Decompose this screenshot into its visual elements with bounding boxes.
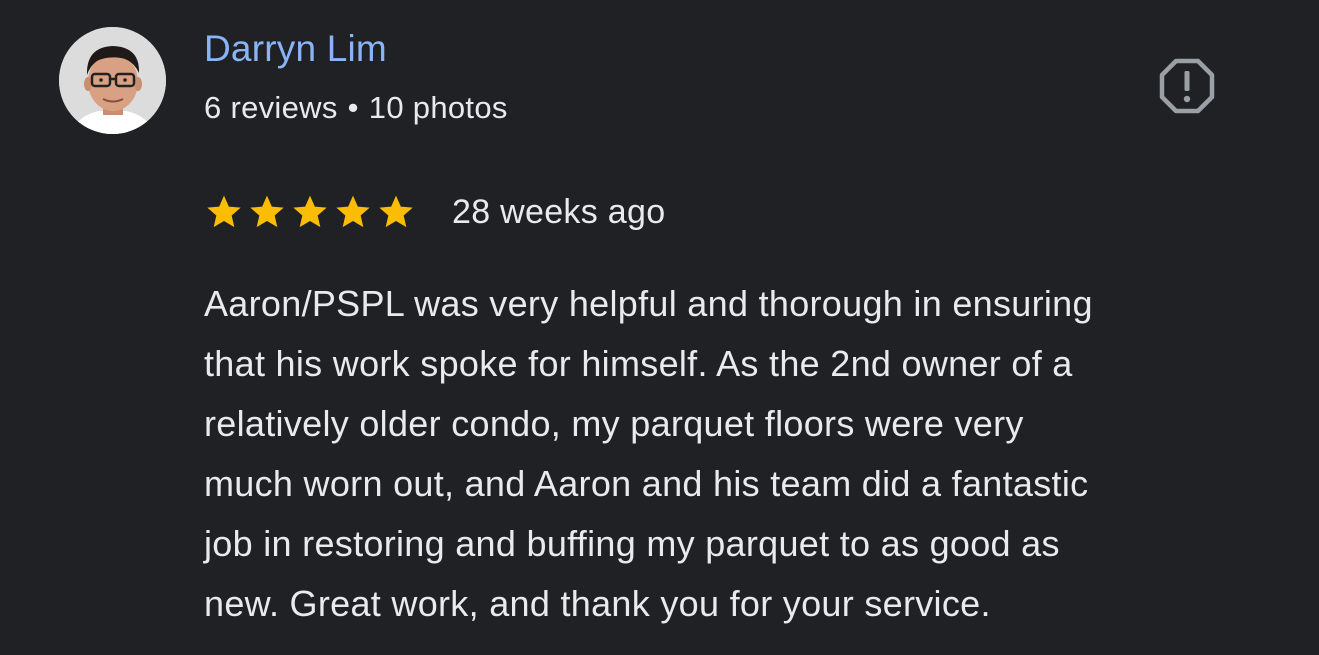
review-text-line: that his work spoke for himself. As the …: [204, 343, 1073, 384]
review-text-line: Aaron/PSPL was very helpful and thorough…: [204, 283, 1093, 324]
author-avatar[interactable]: [59, 27, 166, 134]
review-date: 28 weeks ago: [452, 192, 666, 231]
report-button[interactable]: [1159, 58, 1215, 114]
star-rating: [204, 192, 416, 232]
review-text-line: much worn out, and Aaron and his team di…: [204, 463, 1089, 504]
author-meta: 6 reviews • 10 photos: [204, 90, 508, 126]
review-text-line: job in restoring and buffing my parquet …: [204, 523, 1060, 564]
star-icon: [379, 195, 413, 228]
review-card: Darryn Lim 6 reviews • 10 photos 28 weeks …: [0, 0, 1319, 655]
review-text: Aaron/PSPL was very helpful and thorough…: [204, 274, 1284, 634]
meta-separator: •: [347, 90, 359, 125]
report-flag-icon: [1159, 58, 1215, 114]
review-text-line: new. Great work, and thank you for your …: [204, 583, 991, 624]
author-name[interactable]: Darryn Lim: [204, 28, 387, 70]
star-icon: [336, 195, 370, 228]
reviews-count: 6 reviews: [204, 90, 338, 125]
star-icon: [250, 195, 284, 228]
photos-count: 10 photos: [368, 90, 508, 125]
review-text-line: relatively older condo, my parquet floor…: [204, 403, 1024, 444]
avatar-photo: [59, 27, 166, 134]
star-icon: [207, 195, 241, 228]
rating-row: 28 weeks ago: [204, 190, 665, 234]
star-icon: [293, 195, 327, 228]
